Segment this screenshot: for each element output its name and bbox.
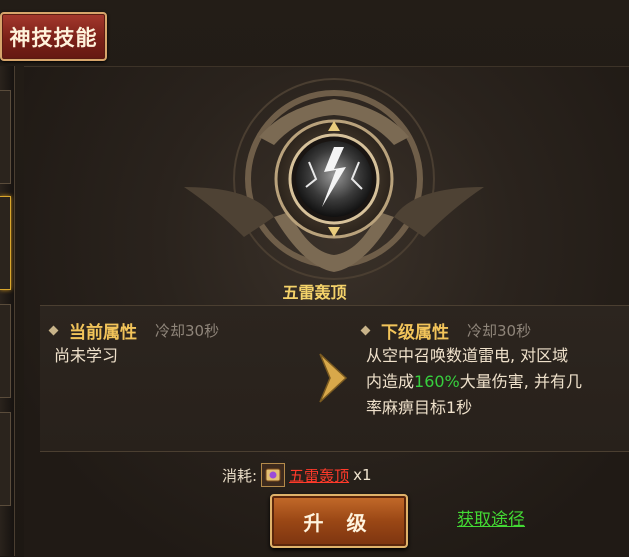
current-cooldown: 冷却30秒 <box>155 322 220 340</box>
skill-slot-4[interactable] <box>0 412 11 506</box>
current-attr-header: 当前属性 冷却30秒 <box>48 318 220 343</box>
skill-slot-1[interactable] <box>0 90 11 184</box>
next-attr-title: 下级属性 <box>381 323 449 343</box>
next-desc-line-3: 率麻痹目标1秒 <box>366 398 473 417</box>
skill-window: 神技技能 五雷轰顶 当前属性 冷却30秒 尚未学习 下级属性 冷却30秒 从空中… <box>0 0 629 557</box>
arrow-right-icon <box>319 353 348 403</box>
next-desc-line-2: 内造成160%大量伤害, 并有几 <box>366 369 616 395</box>
cost-row: 消耗: 五雷轰顶 x1 <box>222 463 372 487</box>
next-desc-line-2-pre: 内造成 <box>366 372 415 391</box>
skill-book-icon[interactable] <box>261 463 286 487</box>
current-attr-desc: 尚未学习 <box>54 346 119 365</box>
bullet-diamond-icon <box>48 325 59 336</box>
skill-slot-3[interactable] <box>0 304 11 398</box>
upgrade-button[interactable]: 升 级 <box>270 494 408 548</box>
next-cooldown: 冷却30秒 <box>467 322 532 340</box>
cost-label: 消耗: <box>222 466 258 485</box>
tab-divine-skill[interactable]: 神技技能 <box>0 12 107 61</box>
current-attr-title: 当前属性 <box>69 323 137 343</box>
skill-slot-2-selected[interactable] <box>0 196 11 290</box>
damage-percent: 160% <box>414 372 460 391</box>
next-attr-desc: 从空中召唤数道雷电, 对区域 内造成160%大量伤害, 并有几 率麻痹目标1秒 <box>366 343 616 421</box>
next-attr-header: 下级属性 冷却30秒 <box>360 318 532 343</box>
next-desc-line-1: 从空中召唤数道雷电, 对区域 <box>366 346 569 365</box>
skill-list-strip <box>0 66 15 556</box>
acquisition-link[interactable]: 获取途径 <box>457 505 525 530</box>
cost-quantity: x1 <box>353 466 372 484</box>
skill-emblem <box>164 67 504 297</box>
cost-item-link[interactable]: 五雷轰顶 <box>289 465 349 486</box>
bullet-diamond-icon <box>360 325 371 336</box>
next-desc-line-2-post: 大量伤害, 并有几 <box>459 372 582 391</box>
skill-name: 五雷轰顶 <box>282 283 347 302</box>
